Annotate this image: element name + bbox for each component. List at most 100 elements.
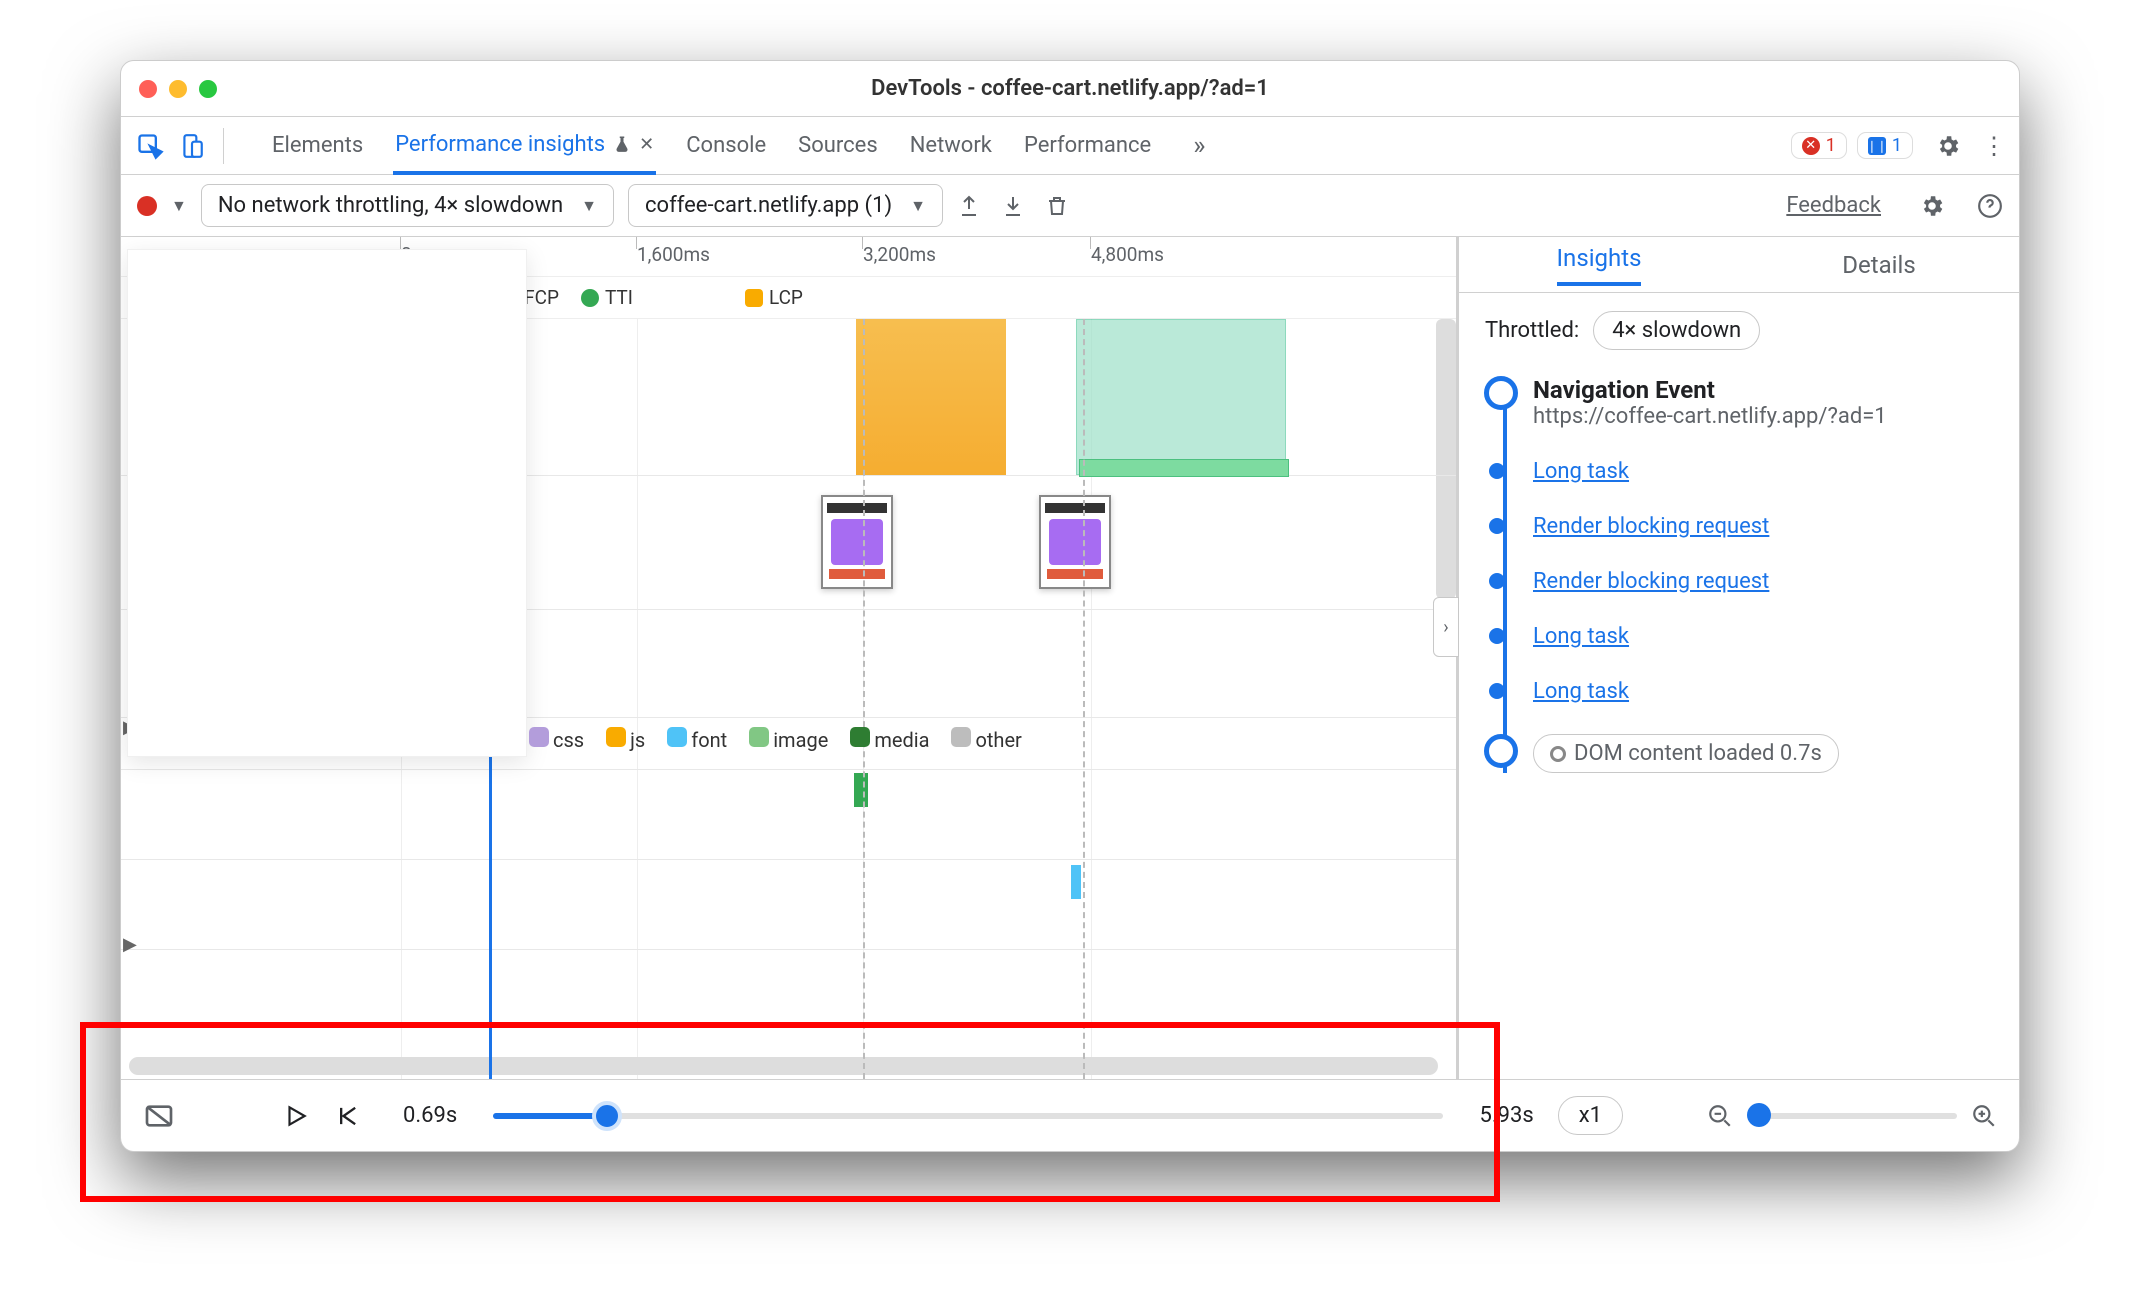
insight-item[interactable]: Long task: [1533, 679, 1993, 704]
ruler-tick-3: 4,800ms: [1091, 243, 1164, 266]
tab-network[interactable]: Network: [908, 117, 994, 174]
request-bar[interactable]: [854, 773, 868, 807]
legend-css: css: [529, 727, 584, 752]
tab-console-label: Console: [686, 133, 766, 158]
ruler-tick-2: 3,200ms: [863, 243, 936, 266]
legend-font: font: [667, 727, 727, 752]
insight-link[interactable]: Render blocking request: [1533, 514, 1769, 539]
tab-performance[interactable]: Performance: [1022, 117, 1153, 174]
throttled-chip[interactable]: 4× slowdown: [1593, 311, 1760, 350]
request-legend: css js font image media other: [529, 727, 1022, 752]
record-menu-icon[interactable]: ▼: [171, 196, 187, 216]
devtools-tabbar: Elements Performance insights ✕ Console …: [121, 117, 2019, 175]
zoom-controls: [1707, 1103, 1997, 1129]
messages-badge[interactable]: ❘❘ 1: [1857, 132, 1913, 159]
messages-count: 1: [1892, 135, 1902, 156]
insight-link[interactable]: Long task: [1533, 679, 1629, 704]
tab-elements[interactable]: Elements: [270, 117, 365, 174]
marker-line: [1083, 319, 1085, 1079]
playback-speed[interactable]: x1: [1558, 1096, 1623, 1135]
insights-timeline: Navigation Event https://coffee-cart.net…: [1485, 376, 1993, 773]
message-icon: ❘❘: [1868, 137, 1886, 155]
insight-link[interactable]: Long task: [1533, 624, 1629, 649]
zoom-out-icon[interactable]: [1707, 1103, 1733, 1129]
expand-track-icon[interactable]: ▶: [123, 934, 137, 955]
marker-tti: TTI: [581, 286, 633, 309]
errors-badge[interactable]: ✕1: [1791, 132, 1847, 159]
zoom-slider-thumb[interactable]: [1747, 1103, 1771, 1127]
legend-other-label: other: [975, 728, 1021, 752]
device-toolbar-icon[interactable]: [177, 131, 207, 161]
insight-dom-loaded[interactable]: DOM content loaded 0.7s: [1533, 734, 1993, 773]
insight-item[interactable]: Render blocking request: [1533, 569, 1993, 594]
zoom-slider[interactable]: [1747, 1113, 1957, 1119]
marker-lcp: LCP: [745, 286, 803, 309]
toggle-visibility-icon[interactable]: [143, 1100, 175, 1132]
insights-pane: Insights Details Throttled: 4× slowdown …: [1459, 237, 2019, 1079]
slider-thumb[interactable]: [592, 1101, 622, 1131]
legend-css-label: css: [553, 728, 584, 752]
more-tabs-icon[interactable]: »: [1193, 131, 1205, 161]
playhead-start-time: 0.69s: [403, 1103, 457, 1128]
feedback-link[interactable]: Feedback: [1786, 193, 1881, 218]
tab-performance-insights[interactable]: Performance insights ✕: [393, 118, 656, 175]
errors-count: 1: [1826, 135, 1836, 156]
flame-segment[interactable]: [1076, 319, 1286, 475]
record-button[interactable]: [137, 196, 157, 216]
tab-insights[interactable]: Insights: [1459, 237, 1739, 292]
legend-js-label: js: [630, 728, 645, 752]
insight-navigation-event[interactable]: Navigation Event https://coffee-cart.net…: [1533, 376, 1993, 429]
insight-link[interactable]: Render blocking request: [1533, 569, 1769, 594]
swatch-icon: [529, 727, 549, 747]
insight-nav-title: Navigation Event: [1533, 376, 1993, 404]
insight-item[interactable]: Long task: [1533, 459, 1993, 484]
swatch-icon: [606, 727, 626, 747]
tracks-area[interactable]: ▶ ▶ css: [121, 319, 1456, 1079]
import-icon[interactable]: [1001, 194, 1025, 218]
target-select[interactable]: coffee-cart.netlify.app (1) ▼: [628, 184, 943, 227]
tab-details[interactable]: Details: [1739, 237, 2019, 292]
export-icon[interactable]: [957, 194, 981, 218]
legend-js: js: [606, 727, 645, 752]
target-select-label: coffee-cart.netlify.app (1): [645, 193, 892, 218]
minimize-window-button[interactable]: [169, 80, 187, 98]
flame-segment[interactable]: [1079, 459, 1289, 477]
request-bar[interactable]: [1071, 865, 1081, 899]
insight-item[interactable]: Render blocking request: [1533, 514, 1993, 539]
swatch-icon: [749, 727, 769, 747]
playback-slider[interactable]: [493, 1113, 1443, 1119]
window-titlebar: DevTools - coffee-cart.netlify.app/?ad=1: [121, 61, 2019, 117]
more-menu-icon[interactable]: ⋮: [1977, 132, 2011, 160]
vertical-scrollbar[interactable]: [1436, 319, 1456, 599]
close-window-button[interactable]: [139, 80, 157, 98]
marker-fcp-label: FCP: [524, 286, 559, 309]
marker-tti-label: TTI: [605, 286, 633, 309]
help-icon[interactable]: [1977, 193, 2003, 219]
delete-icon[interactable]: [1045, 194, 1069, 218]
panel-settings-icon[interactable]: [1919, 193, 1953, 219]
filmstrip-frame[interactable]: [1039, 495, 1111, 589]
ruler-tick-1: 1,600ms: [637, 243, 710, 266]
insight-link[interactable]: Long task: [1533, 459, 1629, 484]
throttling-select[interactable]: No network throttling, 4× slowdown ▼: [201, 184, 614, 227]
zoom-in-icon[interactable]: [1971, 1103, 1997, 1129]
settings-icon[interactable]: [1935, 133, 1969, 159]
tab-sources[interactable]: Sources: [796, 117, 880, 174]
tab-sources-label: Sources: [798, 133, 878, 158]
error-icon: ✕: [1802, 137, 1820, 155]
play-button[interactable]: [283, 1103, 309, 1129]
inspect-element-icon[interactable]: [135, 131, 165, 161]
filmstrip-frame[interactable]: [821, 495, 893, 589]
seek-start-button[interactable]: [333, 1102, 361, 1130]
insights-body: Throttled: 4× slowdown Navigation Event …: [1459, 293, 2019, 821]
horizontal-scrollbar[interactable]: [129, 1057, 1438, 1075]
maximize-window-button[interactable]: [199, 80, 217, 98]
flame-segment[interactable]: [856, 319, 1006, 475]
tab-console[interactable]: Console: [684, 117, 768, 174]
marker-line: [863, 319, 865, 1079]
insight-item[interactable]: Long task: [1533, 624, 1993, 649]
tab-elements-label: Elements: [272, 133, 363, 158]
swatch-icon: [951, 727, 971, 747]
collapse-sidebar-icon[interactable]: ›: [1433, 597, 1459, 657]
close-tab-icon[interactable]: ✕: [639, 134, 654, 155]
